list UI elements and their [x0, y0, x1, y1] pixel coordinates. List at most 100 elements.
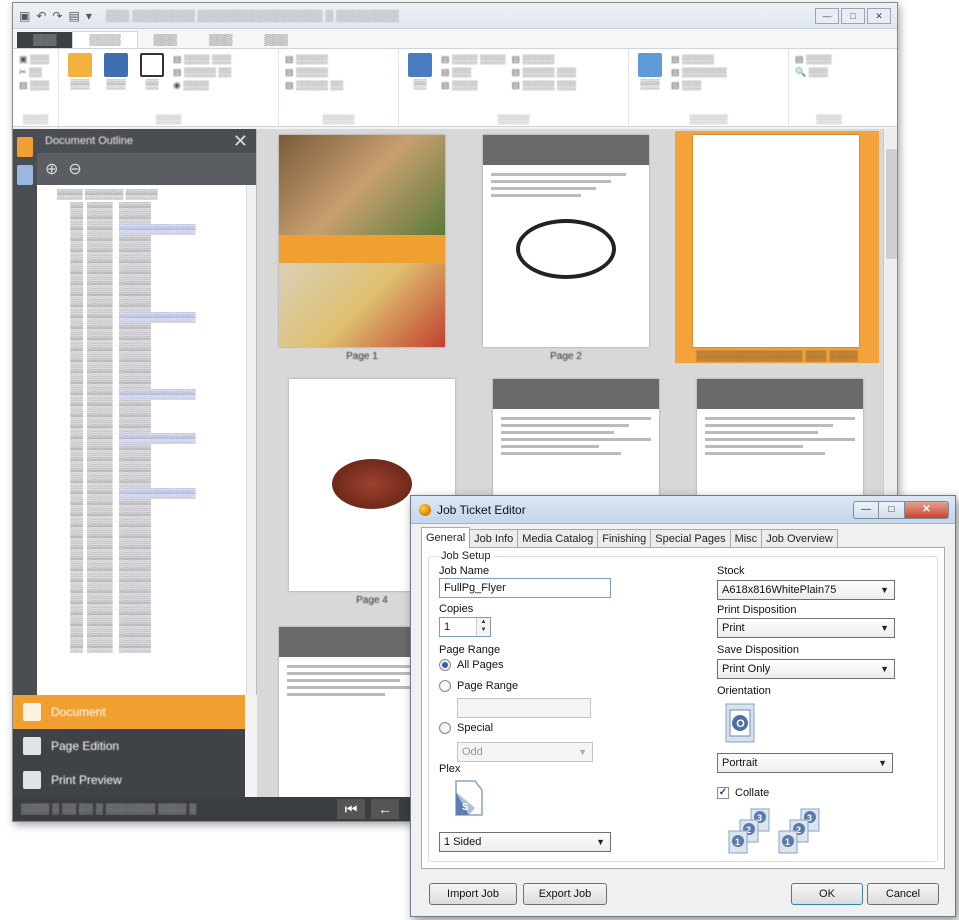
ribbon-item[interactable]: ▤ ▒▒▒▒▒: [671, 53, 727, 66]
outline-row[interactable]: ▒▒ ▒▒▒▒ ▒▒▒▒▒: [57, 477, 256, 488]
app-close-icon[interactable]: ✕: [867, 7, 891, 24]
outline-row[interactable]: ▒▒ ▒▒▒▒ ▒▒▒▒▒: [57, 609, 256, 620]
close-icon[interactable]: ✕: [233, 131, 248, 152]
ribbon-tab-4[interactable]: ▒▒▒: [248, 32, 303, 48]
ribbon-item[interactable]: ▤ ▒▒▒▒▒ ▒▒▒: [512, 79, 577, 92]
radio-page-range[interactable]: Page Range: [439, 680, 518, 692]
tab-job-info[interactable]: Job Info: [469, 529, 519, 548]
close-icon[interactable]: ✕: [905, 500, 949, 519]
ribbon-item[interactable]: ▤ ▒▒▒: [441, 66, 506, 79]
outline-row[interactable]: ▒▒ ▒▒▒▒ ▒▒▒▒▒▒▒▒▒▒▒▒: [57, 224, 256, 235]
ribbon-item[interactable]: ▤ ▒▒▒▒ ▒▒▒: [173, 53, 231, 66]
outline-row[interactable]: ▒▒ ▒▒▒▒ ▒▒▒▒▒: [57, 466, 256, 477]
ribbon-item[interactable]: ▤ ▒▒▒▒▒ ▒▒▒: [512, 66, 577, 79]
maximize-icon[interactable]: □: [879, 500, 905, 519]
job-name-input[interactable]: FullPg_Flyer: [439, 578, 611, 598]
app-maximize-icon[interactable]: □: [841, 7, 865, 24]
outline-row[interactable]: ▒▒ ▒▒▒▒ ▒▒▒▒▒: [57, 510, 256, 521]
ribbon-item[interactable]: ▤ ▒▒▒▒▒: [512, 53, 577, 66]
outline-row[interactable]: ▒▒ ▒▒▒▒ ▒▒▒▒▒: [57, 565, 256, 576]
ribbon-item[interactable]: 🔍 ▒▒▒: [795, 66, 832, 79]
outline-row[interactable]: ▒▒ ▒▒▒▒ ▒▒▒▒▒: [57, 631, 256, 642]
outline-row[interactable]: ▒▒ ▒▒▒▒ ▒▒▒▒▒: [57, 202, 256, 213]
outline-row[interactable]: ▒▒ ▒▒▒▒ ▒▒▒▒▒: [57, 499, 256, 510]
spin-arrows-icon[interactable]: ▲ ▼: [476, 618, 490, 636]
ribbon-item[interactable]: ▤ ▒▒▒▒▒▒▒: [671, 66, 727, 79]
outline-row[interactable]: ▒▒ ▒▒▒▒ ▒▒▒▒▒: [57, 521, 256, 532]
outline-row[interactable]: ▒▒ ▒▒▒▒ ▒▒▒▒▒: [57, 455, 256, 466]
ok-button[interactable]: OK: [791, 883, 863, 905]
outline-row[interactable]: ▒▒ ▒▒▒▒ ▒▒▒▒▒: [57, 444, 256, 455]
outline-row[interactable]: ▒▒ ▒▒▒▒ ▒▒▒▒▒: [57, 554, 256, 565]
nav-document[interactable]: Document: [13, 695, 245, 729]
outline-row[interactable]: ▒▒ ▒▒▒▒ ▒▒▒▒▒: [57, 587, 256, 598]
ribbon-item[interactable]: ▤ ▒▒▒▒▒: [285, 66, 343, 79]
outline-panel-icon[interactable]: [17, 137, 33, 157]
page-thumbnail-2[interactable]: [483, 135, 649, 347]
outline-row[interactable]: ▒▒ ▒▒▒▒ ▒▒▒▒▒: [57, 345, 256, 356]
outline-row[interactable]: ▒▒ ▒▒▒▒ ▒▒▒▒▒: [57, 356, 256, 367]
stock-select[interactable]: A618x816WhitePlain75 ▼: [717, 580, 895, 600]
ribbon-item[interactable]: ▣ ▒▒▒: [19, 53, 49, 66]
outline-row[interactable]: ▒▒ ▒▒▒▒ ▒▒▒▒▒: [57, 213, 256, 224]
tab-general[interactable]: General: [421, 527, 471, 548]
outline-row[interactable]: ▒▒ ▒▒▒▒ ▒▒▒▒▒: [57, 323, 256, 334]
outline-row[interactable]: ▒▒ ▒▒▒▒ ▒▒▒▒▒: [57, 422, 256, 433]
radio-special[interactable]: Special: [439, 722, 493, 734]
page-thumbnail-3[interactable]: [693, 135, 859, 347]
outline-row[interactable]: ▒▒ ▒▒▒▒ ▒▒▒▒▒: [57, 334, 256, 345]
ribbon-tab-3[interactable]: ▒▒▒: [193, 32, 248, 48]
outline-row[interactable]: ▒▒ ▒▒▒▒ ▒▒▒▒▒: [57, 257, 256, 268]
ribbon-big-button[interactable]: ▒▒: [405, 53, 435, 122]
import-job-button[interactable]: Import Job: [429, 883, 517, 905]
outline-row[interactable]: ▒▒ ▒▒▒▒ ▒▒▒▒▒▒▒▒▒▒▒▒: [57, 312, 256, 323]
ribbon-item[interactable]: ▤ ▒▒▒▒: [795, 53, 832, 66]
prev-page-icon[interactable]: ←: [371, 799, 399, 819]
special-select[interactable]: Odd ▼: [457, 742, 593, 762]
orientation-select[interactable]: Portrait ▼: [717, 753, 893, 773]
outline-row[interactable]: ▒▒ ▒▒▒▒ ▒▒▒▒▒: [57, 268, 256, 279]
tab-special-pages[interactable]: Special Pages: [650, 529, 731, 548]
nav-page-edition[interactable]: Page Edition: [13, 729, 245, 763]
ribbon-tab-active[interactable]: ▒▒▒▒: [72, 31, 138, 48]
ribbon-tab-2[interactable]: ▒▒▒: [138, 32, 193, 48]
outline-row[interactable]: ▒▒ ▒▒▒▒ ▒▒▒▒▒: [57, 576, 256, 587]
outline-row[interactable]: ▒▒ ▒▒▒▒ ▒▒▒▒▒: [57, 642, 256, 653]
ribbon-big-button[interactable]: ▒▒▒: [65, 53, 95, 122]
outline-row[interactable]: ▒▒ ▒▒▒▒ ▒▒▒▒▒: [57, 301, 256, 312]
tab-finishing[interactable]: Finishing: [597, 529, 652, 548]
tab-job-overview[interactable]: Job Overview: [761, 529, 838, 548]
tab-misc[interactable]: Misc: [729, 529, 763, 548]
outline-row[interactable]: ▒▒ ▒▒▒▒ ▒▒▒▒▒▒▒▒▒▒▒▒: [57, 389, 256, 400]
redo-icon[interactable]: ↷: [52, 9, 62, 23]
ribbon-big-button[interactable]: ▒▒▒: [635, 53, 665, 122]
outline-row[interactable]: ▒▒ ▒▒▒▒ ▒▒▒▒▒: [57, 235, 256, 246]
outline-row[interactable]: ▒▒ ▒▒▒▒ ▒▒▒▒▒: [57, 532, 256, 543]
outline-row[interactable]: ▒▒ ▒▒▒▒ ▒▒▒▒▒▒▒▒▒▒▒▒: [57, 433, 256, 444]
ribbon-item[interactable]: ▤ ▒▒▒▒▒ ▒▒: [285, 79, 343, 92]
outline-row[interactable]: ▒▒ ▒▒▒▒ ▒▒▒▒▒: [57, 367, 256, 378]
print-disposition-select[interactable]: Print ▼: [717, 618, 895, 638]
app-window-buttons[interactable]: — □ ✕: [815, 7, 891, 24]
thumbnail-panel-icon[interactable]: [17, 165, 33, 185]
outline-row[interactable]: ▒▒ ▒▒▒▒ ▒▒▒▒▒: [57, 246, 256, 257]
undo-icon[interactable]: ↶: [36, 9, 46, 23]
ribbon-item[interactable]: ▤ ▒▒▒: [19, 79, 49, 92]
quick-access-toolbar[interactable]: ▣ ↶ ↷ ▤ ▾: [19, 9, 92, 23]
nav-print-preview[interactable]: Print Preview: [13, 763, 245, 797]
outline-row[interactable]: ▒▒ ▒▒▒▒ ▒▒▒▒▒: [57, 279, 256, 290]
radio-all-pages[interactable]: All Pages: [439, 659, 503, 671]
tab-media-catalog[interactable]: Media Catalog: [517, 529, 599, 548]
outline-row[interactable]: ▒▒ ▒▒▒▒ ▒▒▒▒▒: [57, 411, 256, 422]
scrollbar-thumb[interactable]: [886, 149, 897, 259]
outline-row[interactable]: ▒▒ ▒▒▒▒ ▒▒▒▒▒: [57, 378, 256, 389]
zoom-in-icon[interactable]: ⊕: [45, 159, 58, 179]
ribbon-big-button[interactable]: ▒▒: [137, 53, 167, 122]
first-page-icon[interactable]: ⏮: [337, 799, 365, 819]
app-minimize-icon[interactable]: —: [815, 7, 839, 24]
outline-row[interactable]: ▒▒ ▒▒▒▒ ▒▒▒▒▒▒▒▒▒▒▒▒: [57, 488, 256, 499]
outline-row[interactable]: ▒▒ ▒▒▒▒ ▒▒▒▒▒: [57, 620, 256, 631]
outline-row[interactable]: ▒▒ ▒▒▒▒ ▒▒▒▒▒: [57, 400, 256, 411]
ribbon-big-button[interactable]: ▒▒▒: [101, 53, 131, 122]
collate-checkbox[interactable]: ✓ Collate: [717, 787, 769, 799]
